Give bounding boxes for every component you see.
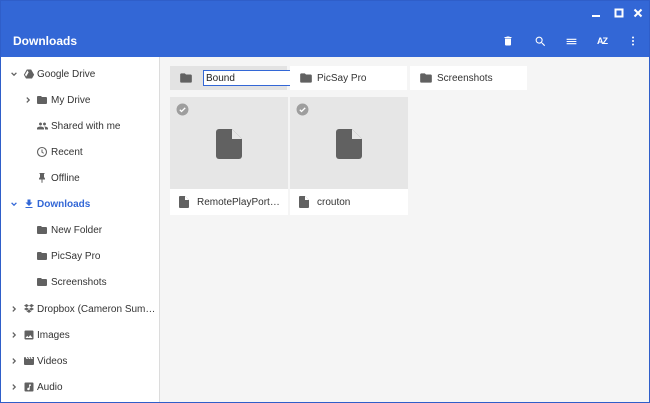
sidebar-item-label: New Folder [51, 224, 103, 236]
folder-icon [300, 73, 312, 83]
sidebar-item-label: My Drive [51, 94, 91, 106]
folder-icon [35, 275, 49, 289]
sidebar-item-recent[interactable]: Recent [1, 140, 159, 164]
dropbox-icon [22, 302, 36, 316]
people-icon [35, 119, 49, 133]
chevron-down-icon[interactable] [9, 69, 19, 79]
folder-icon [420, 73, 432, 83]
list-view-button[interactable] [561, 31, 581, 51]
clock-icon [35, 145, 49, 159]
close-icon [633, 8, 643, 18]
minimize-icon [592, 15, 600, 17]
sidebar: Google Drive My Drive Shared with me Rec… [1, 57, 160, 402]
sidebar-item-label: Audio [37, 381, 63, 393]
files-app-window: Downloads AZ Google Drive My Drive Share… [0, 0, 650, 403]
chevron-right-icon[interactable] [9, 382, 19, 392]
sort-az-icon: AZ [597, 36, 608, 46]
audio-icon [22, 380, 36, 394]
pin-icon [35, 171, 49, 185]
sort-button[interactable]: AZ [592, 31, 612, 51]
delete-button[interactable] [498, 31, 518, 51]
file-icon [336, 129, 362, 159]
sidebar-item-videos[interactable]: Videos [1, 349, 159, 373]
sidebar-item-label: PicSay Pro [51, 250, 101, 262]
more-options-button[interactable] [623, 31, 643, 51]
chevron-right-icon[interactable] [23, 95, 33, 105]
list-view-icon [566, 38, 576, 44]
check-circle-icon[interactable] [296, 103, 309, 116]
file-icon [216, 129, 242, 159]
sidebar-item-picsay-pro[interactable]: PicSay Pro [1, 244, 159, 268]
file-thumbnail [170, 97, 288, 189]
file-footer: RemotePlayPortV5.2.apk [170, 189, 288, 215]
google-drive-icon [22, 67, 36, 81]
file-card-crouton[interactable]: crouton [290, 97, 408, 215]
chevron-right-icon[interactable] [9, 356, 19, 366]
sidebar-item-google-drive[interactable]: Google Drive [1, 62, 159, 86]
folder-icon [35, 223, 49, 237]
search-button[interactable] [530, 31, 550, 51]
delete-icon [504, 36, 512, 46]
sidebar-item-label: Downloads [37, 198, 91, 210]
chevron-down-icon[interactable] [9, 199, 19, 209]
sidebar-item-label: Google Drive [37, 68, 96, 80]
folder-label: Screenshots [437, 72, 493, 84]
sidebar-item-audio[interactable]: Audio [1, 375, 159, 399]
file-label: RemotePlayPortV5.2.apk [197, 196, 283, 208]
rename-input[interactable] [203, 70, 291, 86]
title-bar [1, 1, 649, 25]
folder-card-screenshots[interactable]: Screenshots [410, 66, 527, 90]
sidebar-item-offline[interactable]: Offline [1, 166, 159, 190]
sidebar-item-label: Shared with me [51, 120, 121, 132]
folder-icon [35, 93, 49, 107]
sidebar-item-screenshots[interactable]: Screenshots [1, 270, 159, 294]
file-footer: crouton [290, 189, 408, 215]
close-button[interactable] [629, 4, 647, 22]
folder-icon [180, 73, 192, 83]
check-circle-icon[interactable] [176, 103, 189, 116]
sidebar-item-label: Videos [37, 355, 68, 367]
sidebar-item-my-drive[interactable]: My Drive [1, 88, 159, 112]
sidebar-item-label: Offline [51, 172, 80, 184]
sidebar-item-label: Images [37, 329, 70, 341]
folder-card-picsay-pro[interactable]: PicSay Pro [290, 66, 407, 90]
file-label: crouton [317, 196, 351, 208]
app-header: Downloads AZ [1, 25, 649, 57]
file-grid: PicSay Pro Screenshots RemotePlayPortV5.… [161, 57, 649, 402]
sidebar-item-label: Dropbox (Cameron Summerson) [37, 303, 157, 315]
sidebar-item-new-folder[interactable]: New Folder [1, 218, 159, 242]
file-icon [299, 196, 309, 208]
search-icon [535, 36, 545, 46]
sidebar-item-label: Screenshots [51, 276, 107, 288]
sidebar-item-dropbox[interactable]: Dropbox (Cameron Summerson) [1, 297, 159, 321]
folder-card-bound[interactable] [170, 66, 291, 90]
more-vert-icon [632, 36, 634, 46]
file-card-remoteplayport[interactable]: RemotePlayPortV5.2.apk [170, 97, 288, 215]
image-icon [22, 328, 36, 342]
maximize-icon [614, 8, 624, 18]
sidebar-item-downloads[interactable]: Downloads [1, 192, 159, 216]
chevron-right-icon[interactable] [9, 330, 19, 340]
file-icon [179, 196, 189, 208]
minimize-button[interactable] [587, 4, 605, 22]
download-icon [22, 197, 36, 211]
sidebar-item-images[interactable]: Images [1, 323, 159, 347]
sidebar-item-shared-with-me[interactable]: Shared with me [1, 114, 159, 138]
page-title: Downloads [13, 34, 78, 48]
folder-label: PicSay Pro [317, 72, 367, 84]
maximize-button[interactable] [610, 4, 628, 22]
folder-icon [35, 249, 49, 263]
video-icon [22, 354, 36, 368]
sidebar-item-label: Recent [51, 146, 83, 158]
chevron-right-icon[interactable] [9, 304, 19, 314]
file-thumbnail [290, 97, 408, 189]
